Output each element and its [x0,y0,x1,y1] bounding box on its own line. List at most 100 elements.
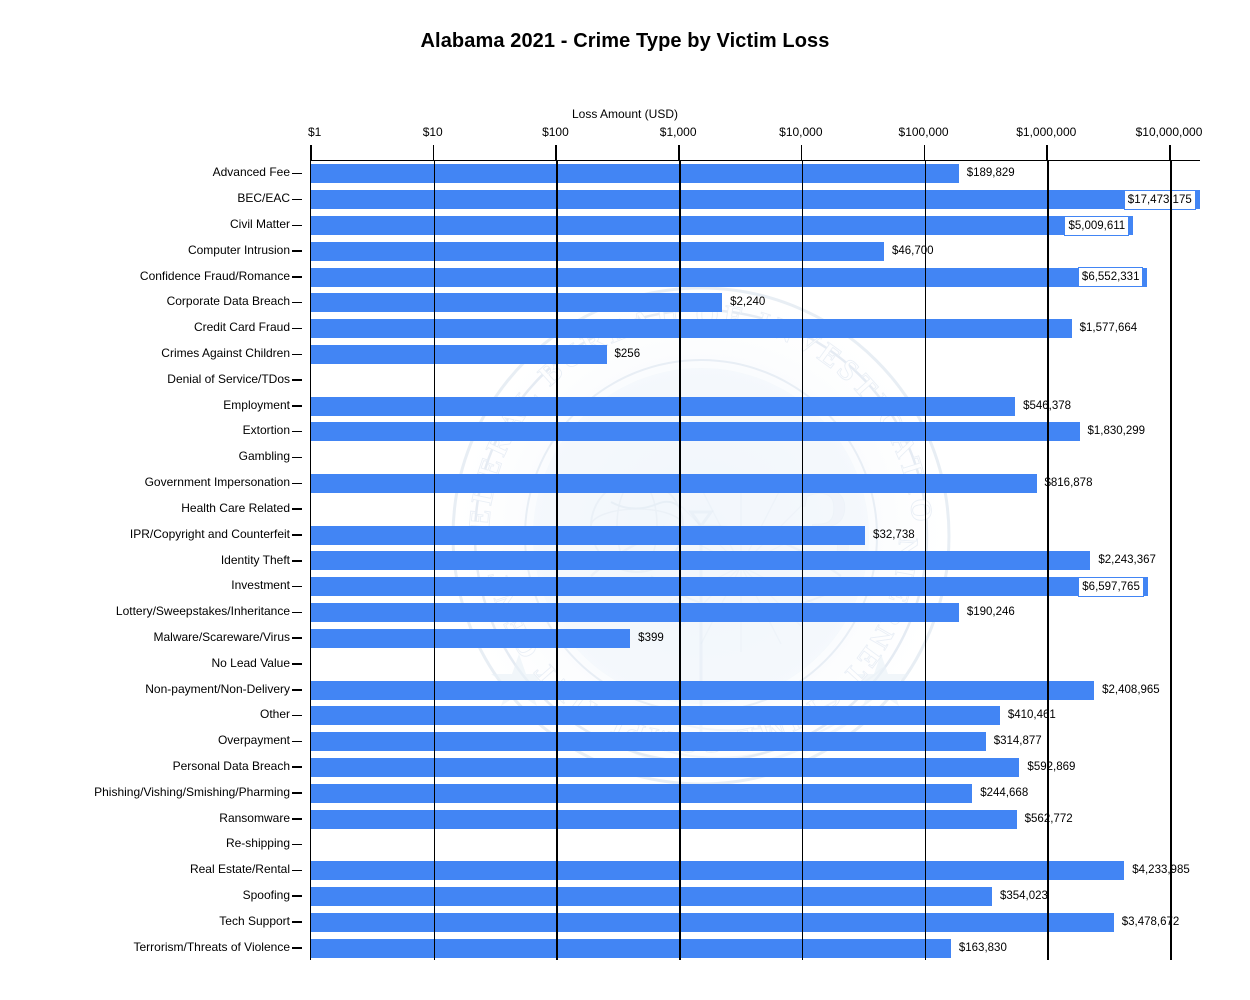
y-tick-label: Real Estate/Rental [189,862,290,877]
y-tick-label: IPR/Copyright and Counterfeit [129,526,290,541]
x-tick-label: $100 [542,125,569,139]
bar-row: $1,577,664 [311,316,1200,342]
bar[interactable] [311,267,1148,287]
x-tick-label: $10 [422,125,443,139]
bar-row: $189,829 [311,161,1200,187]
bar-row: $399 [311,626,1200,652]
y-tick-mark [292,689,302,691]
bar[interactable] [311,861,1125,881]
bar[interactable] [311,164,959,184]
bar-value-label: $1,577,664 [1079,322,1138,335]
y-tick-mark [292,456,302,459]
bar[interactable] [311,474,1037,494]
bar[interactable] [311,396,1016,416]
y-axis-labels: Advanced Fee BEC/EAC Civil Matter Computer … [0,160,302,960]
bar-row: $163,830 [311,935,1200,961]
bar-value-label: $5,009,611 [1064,215,1130,236]
bar-value-label: $244,668 [980,786,1029,799]
y-tick-mark [292,405,302,407]
bar-value-label: $592,869 [1027,760,1076,773]
bar[interactable] [311,706,1000,726]
y-tick-mark [292,921,302,923]
bar-value-label: $410,461 [1007,709,1056,722]
bar[interactable] [311,190,1200,210]
x-tick-label: $10,000 [779,125,823,139]
y-tick-mark [292,740,302,743]
bar-value-label: $2,240 [730,296,766,309]
bar-row [311,832,1200,858]
y-tick-label: No Lead Value [211,655,290,670]
x-tick-mark [555,145,557,160]
y-tick-mark [292,198,302,201]
y-tick-mark [292,818,302,820]
y-tick-mark [292,482,302,485]
bar[interactable] [311,680,1095,700]
y-tick-mark [292,895,302,897]
bar-row: $2,408,965 [311,677,1200,703]
bar[interactable] [311,241,884,261]
bar-row: $32,738 [311,522,1200,548]
bar-row [311,445,1200,471]
y-tick-label: Tech Support [219,913,290,928]
bar-value-label: $163,830 [958,941,1007,954]
bar-row: $190,246 [311,600,1200,626]
bar-row: $546,378 [311,393,1200,419]
y-tick-label: Computer Intrusion [187,242,290,257]
bar-row: $1,830,299 [311,419,1200,445]
y-tick-label: Advanced Fee [212,165,290,180]
bar-row: $256 [311,342,1200,368]
bar-value-label: $546,378 [1023,399,1072,412]
bar[interactable] [311,886,992,906]
bar[interactable] [311,525,866,545]
y-tick-mark [292,663,302,665]
bar-row: $592,869 [311,755,1200,781]
bar[interactable] [311,783,973,803]
y-tick-mark [292,534,302,536]
page-title: Alabama 2021 - Crime Type by Victim Loss [420,30,830,52]
bar[interactable] [311,603,959,623]
bar[interactable] [311,345,607,365]
bar-value-label: $3,478,672 [1121,915,1180,928]
y-tick-label: Non-payment/Non-Delivery [145,681,290,696]
bar[interactable] [311,216,1134,235]
y-tick-label: Government Impersonation [144,475,290,490]
plot-area: 3 FEDERAL BUREAU OF INVESTIGATION INTERN… [310,160,1200,960]
bar-value-label: $354,023 [999,889,1048,902]
bar[interactable] [311,938,951,958]
bar[interactable] [311,577,1148,597]
y-tick-mark [292,792,302,794]
bar-row: $4,233,985 [311,858,1200,884]
y-tick-label: Health Care Related [181,500,290,515]
bar[interactable] [311,293,723,313]
bar-row: $2,243,367 [311,548,1200,574]
y-tick-mark [292,611,302,614]
x-tick-mark [1046,145,1048,160]
bar[interactable] [311,912,1114,932]
bar[interactable] [311,319,1072,339]
x-tick-label: $1,000 [659,125,697,139]
bar-value-label: $32,738 [873,528,915,541]
y-tick-label: Denial of Service/TDos [167,371,290,386]
bar-value-label: $562,772 [1024,812,1073,825]
x-tick-mark [923,145,926,160]
y-tick-mark [292,869,302,872]
bar-row: $562,772 [311,806,1200,832]
x-tick-label: $1 [308,125,322,139]
y-tick-mark [292,224,302,227]
y-tick-label: Overpayment [217,733,290,748]
bar[interactable] [311,422,1080,442]
x-tick-label: $10,000,000 [1135,125,1203,139]
y-tick-label: Crimes Against Children [161,346,290,361]
bar-value-label: $4,233,985 [1132,864,1190,877]
bar[interactable] [311,809,1017,829]
bar[interactable] [311,757,1020,777]
y-tick-label: Extortion [242,423,290,438]
x-tick-label: $100,000 [898,125,949,139]
y-tick-label: Confidence Fraud/Romance [139,268,290,283]
bar[interactable] [311,732,986,752]
y-tick-mark [292,430,302,433]
y-tick-mark [292,714,302,717]
bar-row [311,367,1200,393]
bar[interactable] [311,551,1091,571]
bar[interactable] [311,628,631,648]
